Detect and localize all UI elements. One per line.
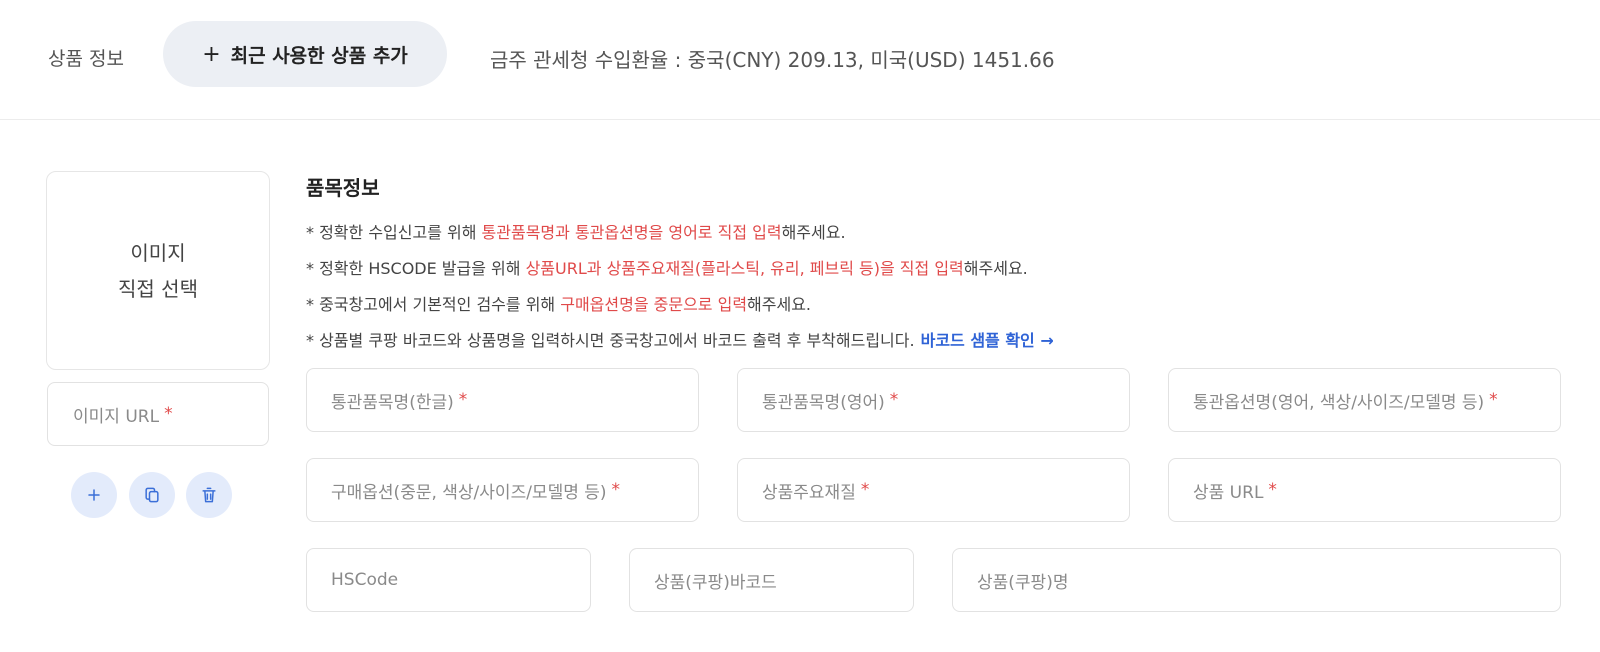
image-select-line2: 직접 선택 [118,276,198,301]
notice-text: * 중국창고에서 기본적인 검수를 위해 [306,295,561,314]
coupang-name-input[interactable]: 상품(쿠팡)명 [952,548,1561,612]
field-placeholder: HSCode [331,570,399,590]
notice-text: 해주세요. [781,223,846,242]
main-material-input[interactable]: 상품주요재질 * [737,458,1130,522]
field-placeholder: 상품 URL [1193,482,1264,503]
exchange-rate-text: 금주 관세청 수입환율 : 중국(CNY) 209.13, 미국(USD) 14… [490,48,1055,72]
image-select-line1: 이미지 [130,240,186,265]
plus-icon: + [202,41,221,67]
notice-highlight: 구매옵션명을 중문으로 입력 [560,295,748,314]
purchase-option-input[interactable]: 구매옵션(중문, 색상/사이즈/모델명 등) * [306,458,699,522]
required-mark: * [860,480,870,500]
required-mark: * [1268,480,1277,500]
section-label: 상품 정보 [48,48,124,70]
image-select-box[interactable]: 이미지 직접 선택 [46,171,270,370]
required-mark: * [611,480,621,500]
notice-highlight: 통관품목명과 통관옵션명을 영어로 직접 입력 [481,223,782,242]
required-mark: * [458,390,468,410]
item-info-title: 품목정보 [306,176,380,200]
required-mark: * [1489,390,1498,410]
field-placeholder: 구매옵션(중문, 색상/사이즈/모델명 등) [331,482,607,503]
product-url-input[interactable]: 상품 URL * [1168,458,1561,522]
field-placeholder: 상품주요재질 [762,482,856,503]
field-placeholder: 상품(쿠팡)바코드 [654,572,777,593]
customs-name-kr-input[interactable]: 통관품목명(한글) * [306,368,699,432]
add-recent-product-label: 최근 사용한 상품 추가 [230,44,408,67]
notice-line: * 중국창고에서 기본적인 검수를 위해 구매옵션명을 중문으로 입력해주세요. [306,291,811,315]
image-url-input[interactable]: 이미지 URL * [47,382,269,446]
required-mark: * [164,404,173,424]
notice-text: 해주세요. [747,295,812,314]
image-url-placeholder: 이미지 URL [73,406,160,427]
field-placeholder: 통관옵션명(영어, 색상/사이즈/모델명 등) [1193,392,1485,413]
customs-name-en-input[interactable]: 통관품목명(영어) * [737,368,1130,432]
plus-icon [88,489,100,501]
hscode-input[interactable]: HSCode [306,548,591,612]
delete-item-button[interactable] [186,472,232,518]
coupang-barcode-input[interactable]: 상품(쿠팡)바코드 [629,548,914,612]
field-placeholder: 통관품목명(한글) [331,392,454,413]
top-bar: 상품 정보 + 최근 사용한 상품 추가 금주 관세청 수입환율 : 중국(CN… [0,0,1600,120]
field-placeholder: 상품(쿠팡)명 [977,572,1069,593]
notice-text: * 상품별 쿠팡 바코드와 상품명을 입력하시면 중국창고에서 바코드 출력 후… [306,331,915,350]
notice-text: * 정확한 수입신고를 위해 [306,223,482,242]
add-recent-product-button[interactable]: + 최근 사용한 상품 추가 [163,21,447,87]
customs-option-en-input[interactable]: 통관옵션명(영어, 색상/사이즈/모델명 등) * [1168,368,1561,432]
required-mark: * [889,390,899,410]
notice-line: * 상품별 쿠팡 바코드와 상품명을 입력하시면 중국창고에서 바코드 출력 후… [306,327,1054,351]
notice-line: * 정확한 HSCODE 발급을 위해 상품URL과 상품주요재질(플라스틱, … [306,255,1028,279]
barcode-sample-link[interactable]: 바코드 샘플 확인 → [921,331,1054,350]
copy-icon [145,487,159,503]
copy-item-button[interactable] [129,472,175,518]
notice-text: * 정확한 HSCODE 발급을 위해 [306,259,526,278]
notice-text: 해주세요. [963,259,1028,278]
field-placeholder: 통관품목명(영어) [762,392,885,413]
notice-line: * 정확한 수입신고를 위해 통관품목명과 통관옵션명을 영어로 직접 입력해주… [306,219,846,243]
trash-icon [202,487,216,503]
notice-highlight: 상품URL과 상품주요재질(플라스틱, 유리, 페브릭 등)을 직접 입력 [525,259,964,278]
add-item-button[interactable] [71,472,117,518]
